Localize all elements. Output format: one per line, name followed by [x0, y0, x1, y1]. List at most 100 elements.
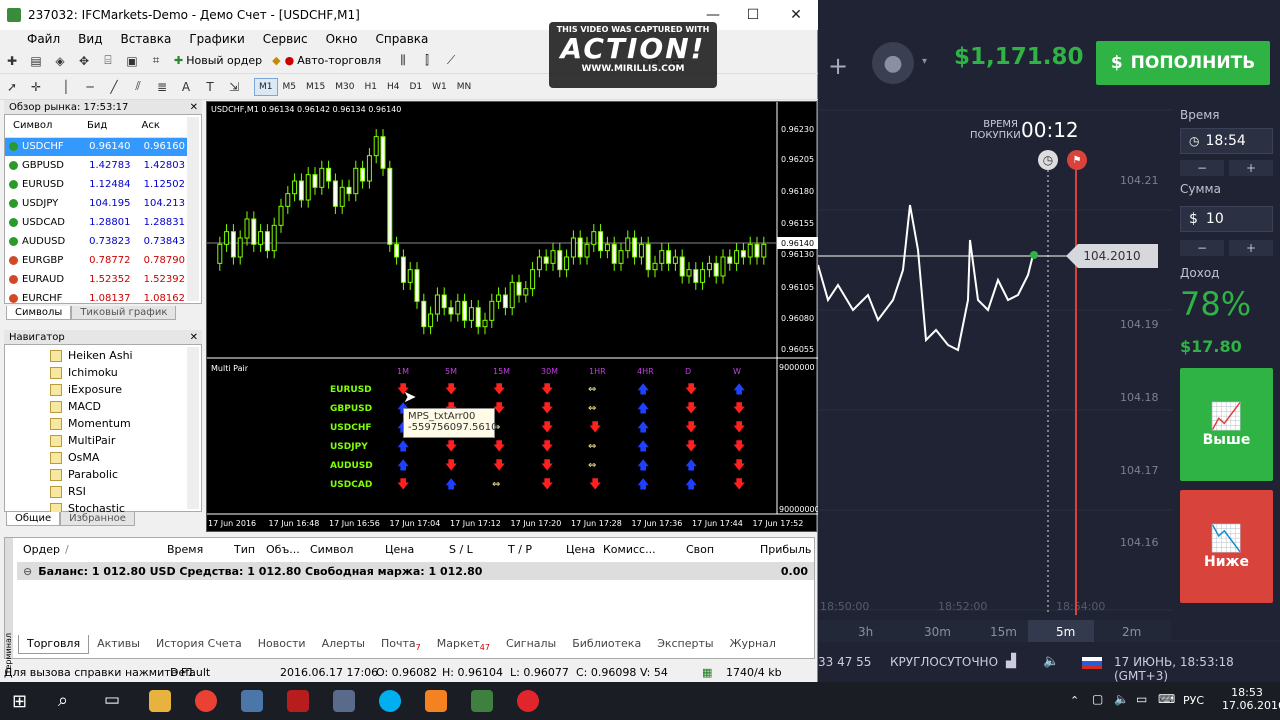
- tf-h4[interactable]: H4: [382, 78, 405, 96]
- skype-icon[interactable]: [379, 690, 401, 712]
- data-window-icon[interactable]: ⌸: [98, 52, 118, 70]
- market-row[interactable]: EURGBP 0.78772 0.78790: [5, 251, 188, 270]
- close-icon[interactable]: ✕: [190, 102, 198, 113]
- filezilla-icon[interactable]: [287, 690, 309, 712]
- market-watch-icon[interactable]: ◈: [50, 52, 70, 70]
- line-chart-icon[interactable]: ⟋: [441, 52, 461, 70]
- col-symbol[interactable]: Символ: [310, 543, 353, 556]
- tab-mail[interactable]: Почта7: [373, 635, 429, 654]
- time-minus-button[interactable]: −: [1180, 160, 1224, 176]
- menu-charts[interactable]: Графики: [180, 32, 253, 46]
- market-row[interactable]: AUDUSD 0.73823 0.73843: [5, 232, 188, 251]
- keyboard-icon[interactable]: ⌨: [1158, 692, 1175, 706]
- chevron-down-icon[interactable]: ▾: [922, 56, 927, 67]
- app-icon[interactable]: [333, 690, 355, 712]
- tab-alerts[interactable]: Алерты: [314, 635, 373, 654]
- time-field[interactable]: ◷ 18:54: [1180, 128, 1273, 154]
- vline-icon[interactable]: │: [56, 78, 76, 96]
- label-icon[interactable]: T: [200, 78, 220, 96]
- tab-history[interactable]: История Счета: [148, 635, 250, 654]
- period-option[interactable]: 30m: [924, 625, 951, 639]
- market-row[interactable]: USDCAD 1.28801 1.28831: [5, 213, 188, 232]
- battery-icon[interactable]: ▭: [1136, 692, 1147, 706]
- navigator-item[interactable]: Ichimoku: [5, 364, 201, 381]
- tab-common[interactable]: Общие: [6, 512, 61, 526]
- put-button[interactable]: 📉 Ниже: [1180, 490, 1273, 603]
- vk-icon[interactable]: [241, 690, 263, 712]
- menu-insert[interactable]: Вставка: [111, 32, 180, 46]
- account-balance[interactable]: $1,171.80: [954, 44, 1084, 70]
- deposit-button[interactable]: $ ПОПОЛНИТЬ: [1096, 41, 1270, 85]
- chart-canvas[interactable]: 0.96230 0.96205 0.96180 0.96155 0.96140 0.961…: [207, 102, 818, 533]
- candles-icon[interactable]: ⫿: [417, 52, 437, 70]
- fibo-icon[interactable]: ≣: [152, 78, 172, 96]
- col-price2[interactable]: Цена: [566, 543, 595, 556]
- period-option[interactable]: 5m: [1056, 625, 1075, 639]
- navigator-item[interactable]: MultiPair: [5, 432, 201, 449]
- windows-start-icon[interactable]: ⊞: [12, 691, 27, 712]
- col-tp[interactable]: T / P: [508, 543, 532, 556]
- tab-news[interactable]: Новости: [250, 635, 314, 654]
- clock[interactable]: 18:53 17.06.2016: [1222, 686, 1280, 712]
- bar-chart-icon[interactable]: ⫼: [393, 52, 413, 70]
- col-symbol[interactable]: Символ: [5, 115, 79, 138]
- col-ask[interactable]: Аск: [133, 115, 188, 138]
- language-indicator[interactable]: РУС: [1183, 694, 1204, 707]
- navigator-item[interactable]: Heiken Ashi: [5, 347, 201, 364]
- stats-app-icon[interactable]: [425, 690, 447, 712]
- col-price[interactable]: Цена: [385, 543, 414, 556]
- col-volume[interactable]: Объ...: [266, 543, 300, 556]
- call-button[interactable]: 📈 Выше: [1180, 368, 1273, 481]
- period-option[interactable]: 15m: [990, 625, 1017, 639]
- navigator-item[interactable]: iExposure: [5, 381, 201, 398]
- market-row[interactable]: EURAUD 1.52352 1.52392: [5, 270, 188, 289]
- hline-icon[interactable]: ─: [80, 78, 100, 96]
- tab-market[interactable]: Маркет47: [429, 635, 498, 654]
- menu-file[interactable]: Файл: [18, 32, 69, 46]
- task-view-icon[interactable]: ▭: [104, 690, 120, 710]
- menu-help[interactable]: Справка: [367, 32, 438, 46]
- tf-m1[interactable]: M1: [254, 77, 278, 96]
- metatrader-icon[interactable]: [471, 690, 493, 712]
- tf-m15[interactable]: M15: [301, 78, 330, 96]
- tf-mn[interactable]: MN: [452, 78, 477, 96]
- tab-signals[interactable]: Сигналы: [498, 635, 564, 654]
- chrome-icon[interactable]: [195, 690, 217, 712]
- tf-w1[interactable]: W1: [427, 78, 452, 96]
- market-row[interactable]: USDJPY 104.195 104.213: [5, 194, 188, 213]
- col-commission[interactable]: Комисс...: [603, 543, 656, 556]
- navigator-item[interactable]: MACD: [5, 398, 201, 415]
- tab-favorites[interactable]: Избранное: [60, 512, 135, 526]
- network-icon[interactable]: ▢: [1092, 692, 1103, 706]
- col-bid[interactable]: Бид: [79, 115, 134, 138]
- crosshair-icon[interactable]: ✛: [26, 78, 46, 96]
- sum-plus-button[interactable]: +: [1229, 240, 1273, 256]
- tf-m30[interactable]: M30: [330, 78, 359, 96]
- close-icon[interactable]: ✕: [190, 332, 198, 343]
- scrollbar[interactable]: [187, 347, 199, 509]
- avatar[interactable]: ●: [872, 42, 914, 84]
- col-type[interactable]: Тип: [234, 543, 255, 556]
- explorer-icon[interactable]: [149, 690, 171, 712]
- col-profit[interactable]: Прибыль: [760, 543, 811, 556]
- volume-icon[interactable]: 🔈: [1043, 654, 1059, 669]
- arrows-icon[interactable]: ⇲: [224, 78, 244, 96]
- add-chart-icon[interactable]: +: [828, 52, 848, 80]
- text-icon[interactable]: A: [176, 78, 196, 96]
- period-option[interactable]: 2m: [1122, 625, 1141, 639]
- navigator-icon[interactable]: ✥: [74, 52, 94, 70]
- tab-trade[interactable]: Торговля: [18, 635, 90, 655]
- new-order-button[interactable]: ✚ Новый ордер: [174, 54, 262, 67]
- terminal-icon[interactable]: ▣: [122, 52, 142, 70]
- col-order[interactable]: Ордер: [23, 543, 60, 556]
- sum-field[interactable]: $10: [1180, 206, 1273, 232]
- tray-chevron-icon[interactable]: ⌃: [1070, 694, 1079, 707]
- tab-journal[interactable]: Журнал: [722, 635, 784, 654]
- auto-trading-button[interactable]: ◆ ● Авто-торговля: [272, 54, 381, 67]
- tf-m5[interactable]: M5: [278, 78, 302, 96]
- record-icon[interactable]: [517, 690, 539, 712]
- navigator-item[interactable]: OsMA: [5, 449, 201, 466]
- channel-icon[interactable]: ⫽: [128, 78, 148, 96]
- new-chart-icon[interactable]: ✚: [2, 52, 22, 70]
- menu-view[interactable]: Вид: [69, 32, 111, 46]
